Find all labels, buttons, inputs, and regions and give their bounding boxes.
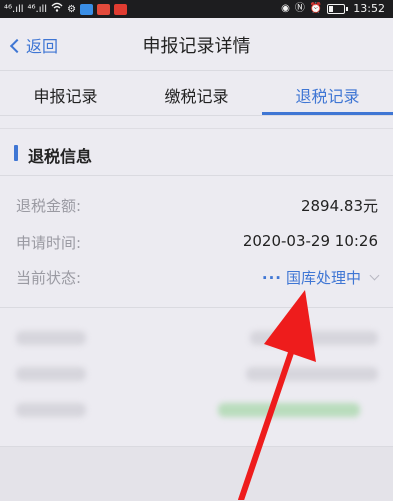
refund-amount-value: 2894.83元 (300, 197, 378, 215)
app-notification-icon (80, 3, 94, 15)
chevron-down-icon (369, 270, 380, 281)
section-accent-bar (14, 145, 18, 161)
section-header: 退税信息 (0, 129, 393, 176)
app-notification-icon-2 (97, 3, 111, 15)
divider (0, 307, 393, 308)
current-status-value[interactable]: ··· 国库处理中 (261, 267, 380, 288)
refund-amount-label: 退税金额: (16, 197, 82, 215)
refund-info-card: 退税信息 退税金额: 2894.83元 申请时间: 2020-03-29 10:… (0, 128, 393, 447)
progress-dots-icon: ··· (261, 268, 282, 287)
battery-icon (327, 3, 346, 14)
nav-bar: 返回 申报记录详情 (0, 18, 393, 70)
refund-amount-row: 退税金额: 2894.83元 (16, 195, 378, 219)
status-left: ⁴⁶.ıll ⁴⁶.ıll ⚙ (4, 2, 128, 16)
active-tab-indicator (262, 112, 393, 115)
signal-icon-2: ⁴⁶.ıll (27, 3, 48, 15)
status-right: ◉ Ⓝ ⏰ 13:52 (281, 2, 385, 15)
alarm-icon: ⏰ (309, 3, 323, 14)
apply-time-row: 申请时间: 2020-03-29 10:26 (16, 232, 378, 256)
blurred-value (250, 331, 378, 345)
blurred-value (246, 367, 378, 381)
signal-icon: ⁴⁶.ıll (4, 3, 24, 15)
tab-tax-refund-records[interactable]: 退税记录 (262, 83, 393, 107)
tab-declaration-records[interactable]: 申报记录 (0, 83, 131, 107)
status-bar: ⁴⁶.ıll ⁴⁶.ıll ⚙ ◉ Ⓝ ⏰ 13:52 (0, 0, 393, 18)
current-status-label: 当前状态: (16, 269, 82, 287)
current-status-row[interactable]: 当前状态: ··· 国库处理中 (16, 267, 380, 291)
wifi-icon (51, 2, 63, 16)
page-title: 申报记录详情 (142, 36, 251, 57)
nfc-icon: Ⓝ (294, 3, 305, 14)
status-text: 国库处理中 (285, 269, 361, 287)
app-notification-icon-3 (114, 3, 128, 15)
status-time: 13:52 (353, 2, 385, 15)
bottom-area (0, 446, 393, 501)
apply-time-value: 2020-03-29 10:26 (242, 232, 378, 250)
apply-time-label: 申请时间: (16, 234, 82, 252)
blurred-status-badge (218, 403, 360, 417)
eye-icon: ◉ (281, 3, 290, 14)
battery-tip (346, 6, 349, 11)
sync-icon: ⚙ (67, 3, 77, 15)
blurred-label (16, 367, 86, 381)
blurred-label (16, 331, 86, 345)
tab-tax-payment-records[interactable]: 缴税记录 (131, 83, 262, 107)
section-title: 退税信息 (28, 147, 93, 166)
blurred-label (16, 403, 86, 417)
tab-bar: 申报记录 缴税记录 退税记录 (0, 70, 393, 116)
